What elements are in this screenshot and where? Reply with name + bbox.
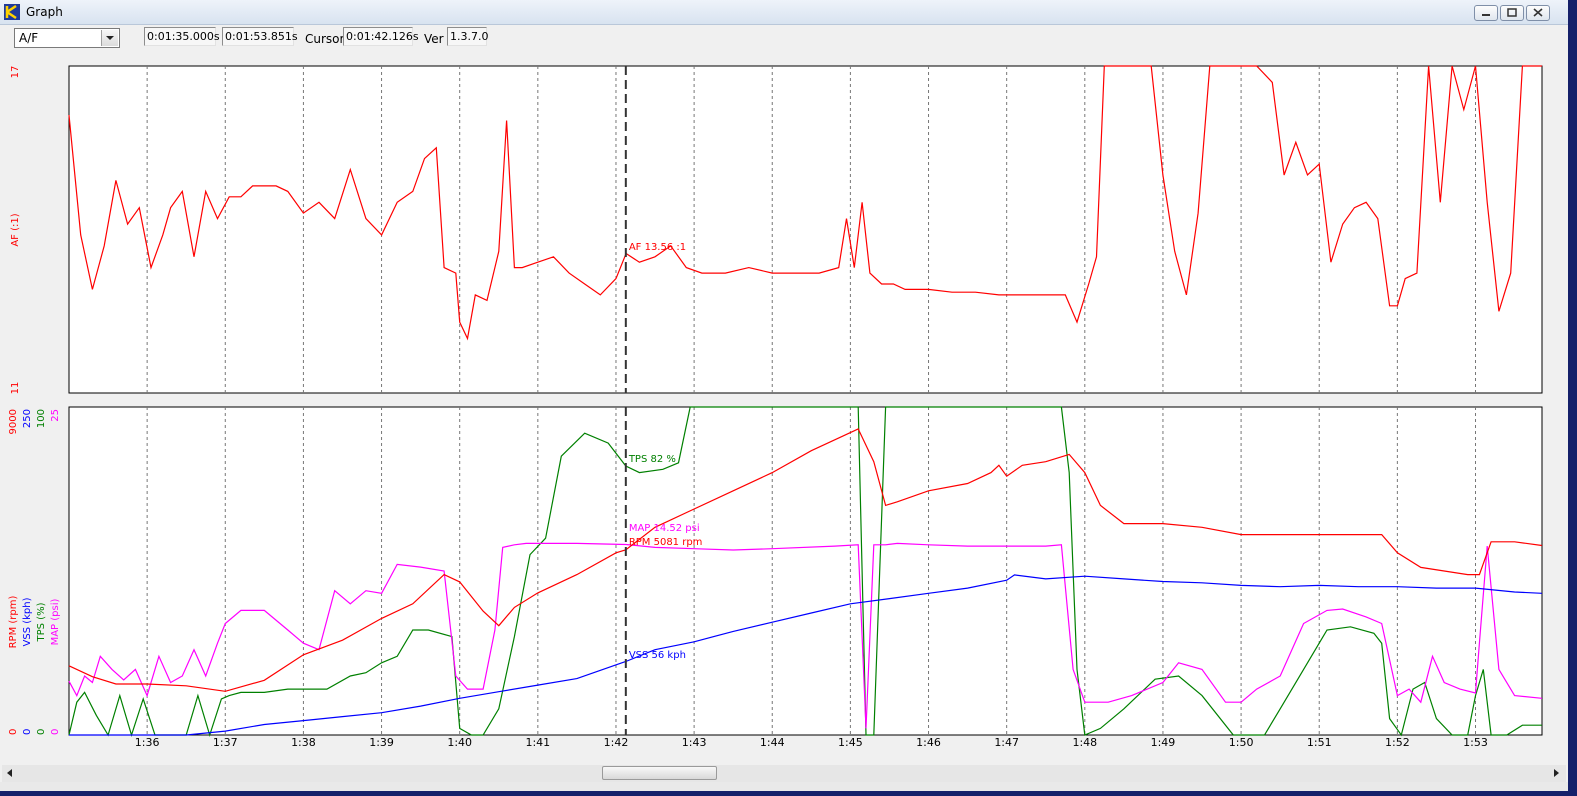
rpm-cursor-value: RPM 5081 rpm — [629, 537, 703, 548]
window-title: Graph — [26, 5, 63, 19]
version-label: Ver — [424, 32, 444, 46]
x-tick-label: 1:46 — [916, 736, 941, 749]
vss-cursor-value: VSS 56 kph — [629, 650, 686, 661]
axis-max-label: 9000 — [8, 409, 19, 434]
map-cursor-value: MAP 14.52 psi — [629, 523, 700, 534]
graph-window: Graph A/F 0:01:35.000s 0:01:53.851s Curs… — [0, 0, 1568, 791]
scroll-thumb[interactable] — [602, 766, 717, 780]
horizontal-scrollbar[interactable] — [2, 765, 1566, 782]
restore-icon — [1507, 8, 1517, 17]
cursor-label: Cursor — [305, 32, 345, 46]
x-tick-label: 1:37 — [213, 736, 238, 749]
app-icon — [4, 4, 20, 20]
scroll-right-icon[interactable] — [1550, 767, 1562, 779]
af-ymin-label: 11 — [10, 382, 21, 395]
af-cursor-value: AF 13.56 :1 — [629, 242, 686, 253]
cursor-time-field[interactable]: 0:01:42.126s — [343, 27, 419, 46]
dropdown-arrow[interactable] — [101, 30, 118, 46]
x-tick-label: 1:41 — [525, 736, 550, 749]
axis-title-label: RPM (rpm) — [8, 596, 19, 649]
axis-min-label: 0 — [50, 729, 61, 735]
axis-min-label: 0 — [36, 729, 47, 735]
channel-select[interactable]: A/F — [14, 28, 120, 48]
x-tick-label: 1:47 — [994, 736, 1019, 749]
x-tick-label: 1:53 — [1463, 736, 1488, 749]
x-tick-label: 1:51 — [1307, 736, 1332, 749]
multi-plot-area[interactable] — [68, 406, 1543, 736]
status-bar — [0, 782, 1568, 791]
end-time-field[interactable]: 0:01:53.851s — [222, 27, 298, 46]
axis-title-label: TPS (%) — [36, 602, 47, 642]
tps-cursor-value: TPS 82 % — [628, 454, 676, 465]
channel-select-value: A/F — [19, 31, 39, 45]
x-tick-label: 1:48 — [1072, 736, 1097, 749]
start-time-field[interactable]: 0:01:35.000s — [144, 27, 220, 46]
toolbar: A/F 0:01:35.000s 0:01:53.851s Cursor 0:0… — [0, 25, 1568, 52]
graph-chart[interactable]: 1:36 1:37 1:38 1:39 1:40 1:41 1:42 1:43 1:44 1:45… — [0, 52, 1568, 764]
x-tick-label: 1:42 — [604, 736, 629, 749]
x-tick-label: 1:36 — [135, 736, 160, 749]
title-bar[interactable]: Graph — [0, 0, 1568, 25]
chevron-down-icon — [106, 36, 114, 40]
x-tick-label: 1:49 — [1151, 736, 1176, 749]
minimize-icon — [1482, 14, 1490, 16]
x-tick-label: 1:52 — [1385, 736, 1410, 749]
axis-title-label: VSS (kph) — [22, 597, 33, 646]
restore-button[interactable] — [1500, 5, 1524, 21]
x-tick-label: 1:45 — [838, 736, 863, 749]
close-button[interactable] — [1526, 5, 1550, 21]
version-field: 1.3.7.0 — [447, 27, 488, 46]
axis-max-label: 25 — [50, 409, 61, 422]
af-axis-label: AF (:1) — [10, 213, 21, 246]
axis-title-label: MAP (psi) — [50, 598, 61, 645]
x-tick-label: 1:40 — [447, 736, 472, 749]
scroll-left-icon[interactable] — [4, 767, 16, 779]
af-plot-area[interactable] — [68, 65, 1543, 394]
axis-min-label: 0 — [22, 729, 33, 735]
x-tick-label: 1:39 — [369, 736, 394, 749]
axis-max-label: 100 — [36, 409, 47, 428]
x-tick-label: 1:50 — [1229, 736, 1254, 749]
x-tick-label: 1:38 — [291, 736, 316, 749]
minimize-button[interactable] — [1474, 5, 1498, 21]
axis-max-label: 250 — [22, 409, 33, 428]
close-icon — [1533, 8, 1543, 17]
x-tick-label: 1:43 — [682, 736, 707, 749]
x-tick-label: 1:44 — [760, 736, 785, 749]
axis-min-label: 0 — [8, 729, 19, 735]
af-ymax-label: 17 — [10, 66, 21, 79]
